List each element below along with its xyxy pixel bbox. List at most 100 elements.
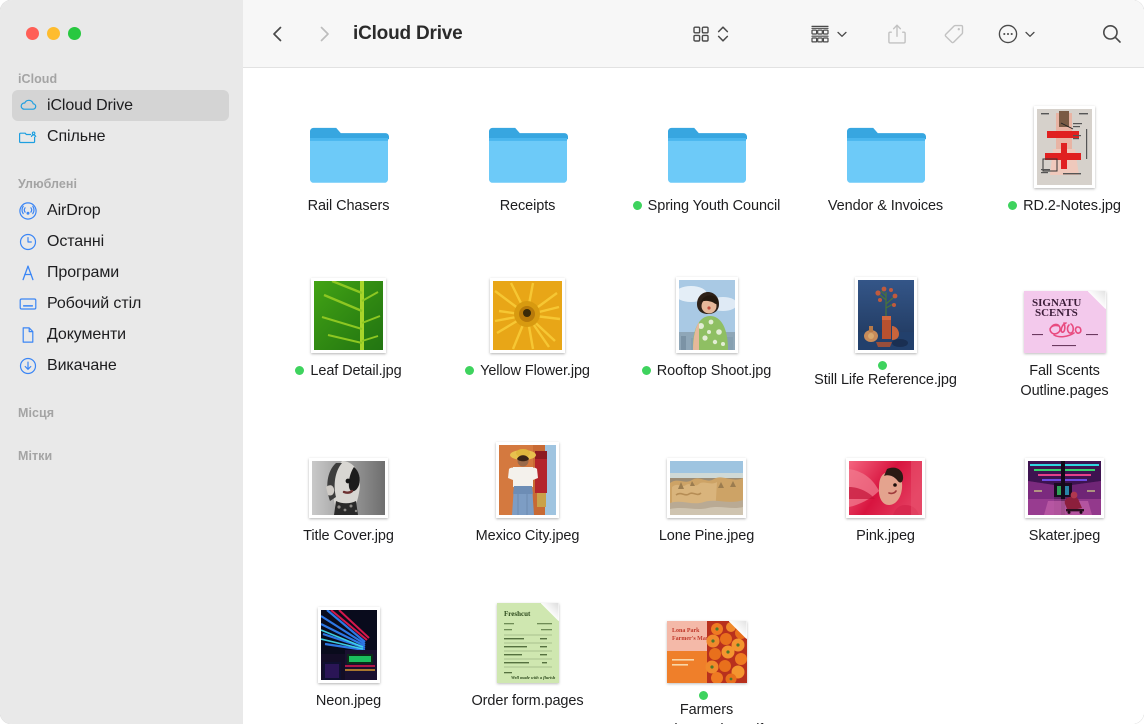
search-button[interactable] bbox=[1098, 19, 1126, 49]
photo-thumbnail-neon bbox=[318, 607, 380, 683]
sidebar-section-places: Місця bbox=[0, 406, 243, 424]
file-label: Mexico City.jpeg bbox=[476, 526, 580, 546]
file-label: Rooftop Shoot.jpg bbox=[642, 361, 771, 381]
photo-thumbnail-mexico-city bbox=[496, 442, 559, 518]
more-options-button[interactable] bbox=[994, 19, 1038, 49]
sort-stepper-icon[interactable] bbox=[714, 19, 732, 49]
sidebar-item-documents[interactable]: Документи bbox=[12, 319, 229, 350]
sidebar-item-applications[interactable]: Програми bbox=[12, 257, 229, 288]
sidebar-item-label: Робочий стіл bbox=[47, 295, 141, 313]
thumbnail bbox=[617, 90, 796, 188]
file-item[interactable]: Spring Youth Council bbox=[617, 90, 796, 255]
sidebar-section-favourites: Улюблені bbox=[0, 177, 243, 195]
maximize-button[interactable] bbox=[68, 27, 81, 40]
tag-dot-green bbox=[465, 366, 474, 375]
file-item[interactable]: Freshcut bbox=[438, 585, 617, 724]
window-controls bbox=[0, 0, 243, 56]
file-item[interactable]: Still Life Reference.jpg bbox=[796, 255, 975, 420]
sidebar-item-desktop[interactable]: Робочий стіл bbox=[12, 288, 229, 319]
document-icon bbox=[18, 325, 38, 345]
sidebar-item-label: Програми bbox=[47, 264, 119, 282]
applications-icon bbox=[18, 263, 38, 283]
file-item[interactable]: Receipts bbox=[438, 90, 617, 255]
thumbnail bbox=[617, 255, 796, 353]
photo-thumbnail-yellow-flower bbox=[490, 278, 565, 353]
sidebar-section-tags: Мітки bbox=[0, 449, 243, 467]
sidebar-item-downloads[interactable]: Викачане bbox=[12, 350, 229, 381]
sidebar-item-label: Останні bbox=[47, 233, 104, 251]
sidebar-item-label: Документи bbox=[47, 326, 126, 344]
sidebar-item-recents[interactable]: Останні bbox=[12, 226, 229, 257]
file-label: Receipts bbox=[500, 196, 556, 216]
airdrop-icon bbox=[18, 201, 38, 221]
photo-thumbnail-rd2-notes bbox=[1034, 106, 1095, 188]
thumbnail bbox=[259, 420, 438, 518]
folder-icon bbox=[665, 122, 749, 188]
close-button[interactable] bbox=[26, 27, 39, 40]
desktop-icon bbox=[18, 294, 38, 314]
thumbnail bbox=[796, 255, 975, 353]
page-title: iCloud Drive bbox=[353, 23, 463, 45]
file-item[interactable]: Lone Pine.jpeg bbox=[617, 420, 796, 585]
sidebar-item-shared[interactable]: Спільне bbox=[12, 121, 229, 152]
folder-icon bbox=[307, 122, 391, 188]
photo-thumbnail-lone-pine bbox=[667, 458, 746, 518]
file-item[interactable]: SIGNATU SCENTS bbox=[975, 255, 1144, 420]
thumbnail bbox=[259, 255, 438, 353]
document-thumbnail-farmers-market: Lona Park Farmer's Market bbox=[667, 621, 747, 683]
tags-button[interactable] bbox=[940, 19, 968, 49]
chevron-down-icon bbox=[836, 28, 848, 40]
thumbnail bbox=[796, 90, 975, 188]
file-label: RD.2-Notes.jpg bbox=[1008, 196, 1121, 216]
thumbnail bbox=[438, 90, 617, 188]
file-item[interactable]: Mexico City.jpeg bbox=[438, 420, 617, 585]
file-label: Pink.jpeg bbox=[856, 526, 915, 546]
file-item[interactable]: Rooftop Shoot.jpg bbox=[617, 255, 796, 420]
file-item[interactable]: Lona Park Farmer's Market bbox=[617, 585, 796, 724]
sidebar-item-icloud-drive[interactable]: iCloud Drive bbox=[12, 90, 229, 121]
file-label: Farmers Market...acket.pdf bbox=[632, 691, 782, 724]
sidebar-item-label: Спільне bbox=[47, 128, 105, 146]
forward-button[interactable] bbox=[309, 19, 339, 49]
svg-text:SCENTS: SCENTS bbox=[1035, 307, 1078, 319]
file-label: Fall Scents Outline.pages bbox=[990, 361, 1140, 401]
document-thumbnail-order-form: Freshcut bbox=[497, 603, 559, 683]
file-label: Rail Chasers bbox=[308, 196, 390, 216]
tag-dot-green bbox=[633, 201, 642, 210]
file-item[interactable]: Title Cover.jpg bbox=[259, 420, 438, 585]
icon-view-button[interactable] bbox=[688, 19, 714, 49]
thumbnail: Lona Park Farmer's Market bbox=[617, 585, 796, 683]
clock-icon bbox=[18, 232, 38, 252]
file-item[interactable]: Rail Chasers bbox=[259, 90, 438, 255]
file-item[interactable]: Vendor & Invoices bbox=[796, 90, 975, 255]
thumbnail bbox=[438, 420, 617, 518]
sidebar-item-label: iCloud Drive bbox=[47, 97, 133, 115]
tag-dot-green bbox=[699, 691, 708, 700]
file-label: Order form.pages bbox=[471, 691, 583, 711]
photo-thumbnail-skater bbox=[1025, 458, 1104, 518]
file-item[interactable]: Yellow Flower.jpg bbox=[438, 255, 617, 420]
photo-thumbnail-title-cover bbox=[309, 458, 388, 518]
share-button[interactable] bbox=[884, 19, 910, 49]
sidebar-section-icloud: iCloud bbox=[0, 72, 243, 90]
file-item[interactable]: Skater.jpeg bbox=[975, 420, 1144, 585]
file-item[interactable]: RD.2-Notes.jpg bbox=[975, 90, 1144, 255]
file-label: Yellow Flower.jpg bbox=[465, 361, 590, 381]
back-button[interactable] bbox=[263, 19, 293, 49]
group-by-button[interactable] bbox=[806, 19, 850, 49]
file-label: Leaf Detail.jpg bbox=[295, 361, 401, 381]
sidebar-item-airdrop[interactable]: AirDrop bbox=[12, 195, 229, 226]
file-label: Neon.jpeg bbox=[316, 691, 381, 711]
file-item[interactable]: Neon.jpeg bbox=[259, 585, 438, 724]
file-item[interactable]: Leaf Detail.jpg bbox=[259, 255, 438, 420]
chevron-down-icon bbox=[1024, 28, 1036, 40]
sidebar: iCloud iCloud Drive Спільне Улюблені bbox=[0, 0, 243, 724]
shared-folder-icon bbox=[18, 127, 38, 147]
file-grid-container[interactable]: Rail Chasers Receipts bbox=[243, 68, 1144, 724]
downloads-icon bbox=[18, 356, 38, 376]
svg-text:Freshcut: Freshcut bbox=[504, 610, 531, 618]
document-thumbnail-fall-scents: SIGNATU SCENTS bbox=[1024, 291, 1106, 353]
file-item[interactable]: Pink.jpeg bbox=[796, 420, 975, 585]
minimize-button[interactable] bbox=[47, 27, 60, 40]
photo-thumbnail-still-life bbox=[855, 277, 917, 353]
